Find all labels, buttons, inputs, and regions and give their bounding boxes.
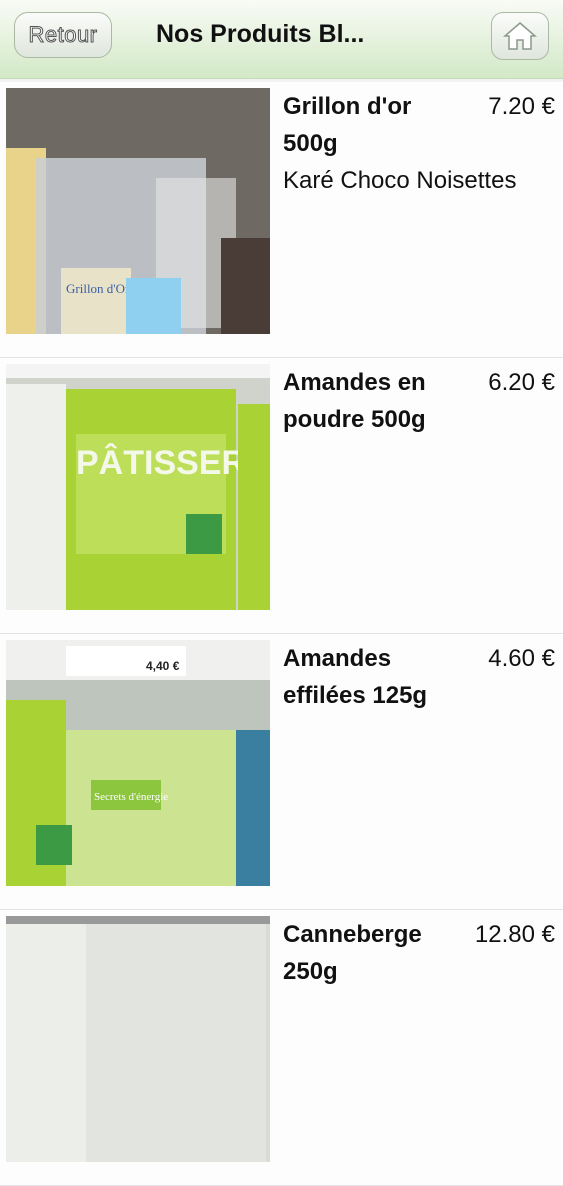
list-item[interactable]: Canneberge 250g 12.80 € [0,910,563,1186]
product-name: Amandes en poudre 500g [283,369,426,433]
list-item[interactable]: Grillon d'Or Grillon d'or 500g 7.20 € Ka… [0,82,563,358]
home-button[interactable] [491,12,549,60]
shelf-price-label: 4,40 € [146,659,180,673]
product-image: 4,40 € Secrets d'énergie [6,640,270,886]
product-name: Amandes effilées 125g [283,645,428,709]
page-title: Nos Produits Bl... [156,20,365,48]
product-price: 12.80 € [474,921,555,948]
product-price: 4.60 € [488,645,555,672]
image-text: Grillon d'Or [66,281,130,296]
product-description: Karé Choco Noisettes [283,167,517,194]
product-list: Grillon d'Or Grillon d'or 500g 7.20 € Ka… [0,82,563,1186]
header-bar: Retour Nos Produits Bl... [0,0,563,79]
product-price: 6.20 € [488,369,555,396]
image-text: Secrets d'énergie [94,791,168,803]
product-name: Canneberge 250g [283,921,422,985]
list-item[interactable]: 4,40 € Secrets d'énergie Amandes effilée… [0,634,563,910]
list-item[interactable]: PÂTISSERIES Amandes en poudre 500g 6.20 … [0,358,563,634]
product-image [6,916,270,1162]
product-image: PÂTISSERIES [6,364,270,610]
product-price: 7.20 € [488,93,555,120]
home-icon [503,22,537,50]
product-name: Grillon d'or 500g [283,93,412,157]
product-image: Grillon d'Or [6,88,270,334]
back-button[interactable]: Retour [14,12,112,58]
